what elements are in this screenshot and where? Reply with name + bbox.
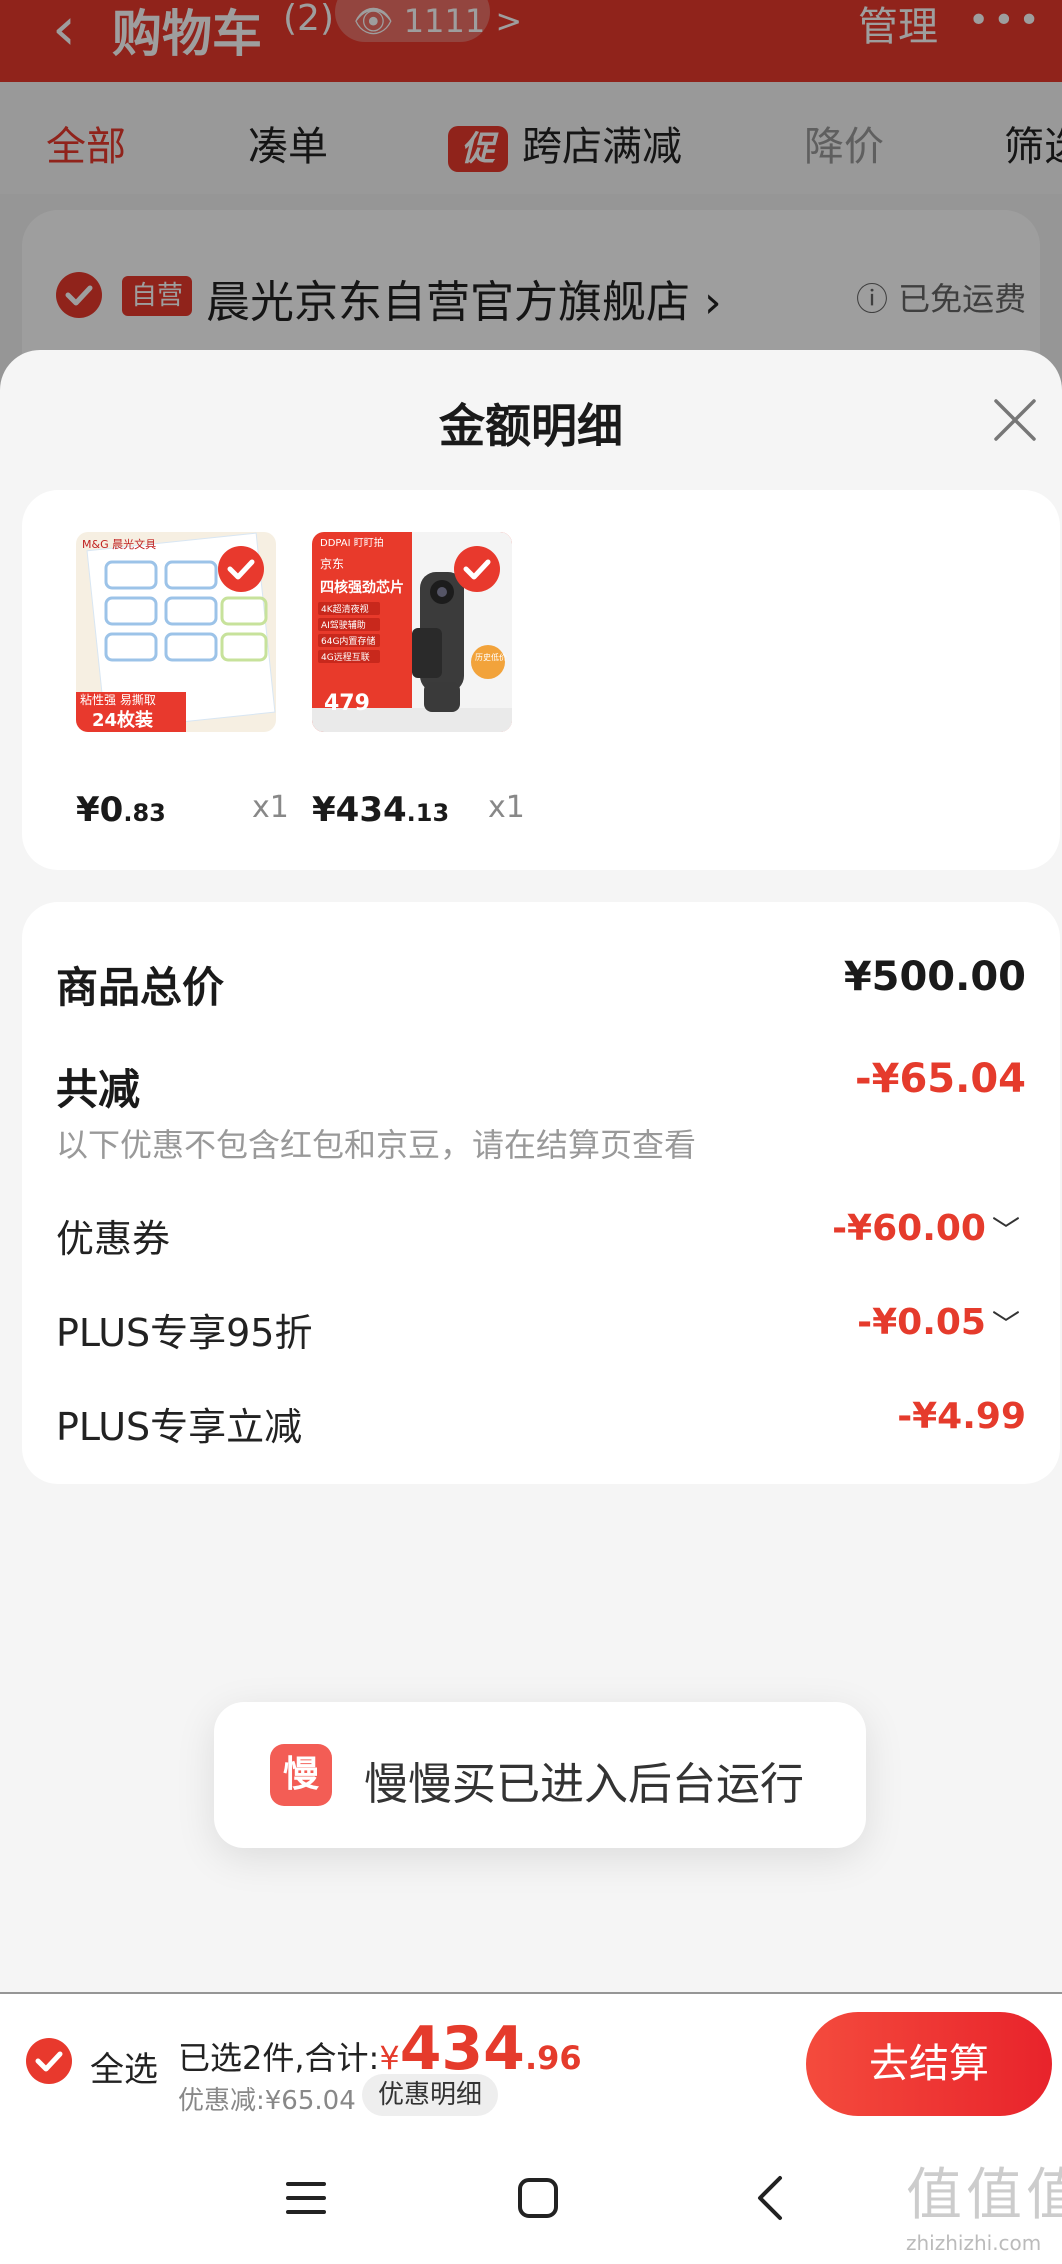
plus-discount-label: PLUS专享95折: [56, 1311, 313, 1355]
discount-note: 以下优惠不包含红包和京豆，请在结算页查看: [56, 1126, 697, 1164]
feature-text: 4G远程互联: [321, 652, 370, 663]
thumb-tag: 京东: [320, 557, 344, 571]
watermark: 值值值 zhizhizhi.com: [906, 2150, 1062, 2255]
thumb-subtitle: 粘性强 易撕取: [80, 692, 156, 707]
plus-reduce-value: -¥4.99: [897, 1396, 1026, 1437]
watermark-logo: 值值值: [906, 2163, 1062, 2228]
total-price-value: ¥500.00: [843, 954, 1026, 1000]
product-qty: x1: [488, 790, 525, 825]
product-check-icon[interactable]: [454, 546, 500, 592]
toast-text: 慢慢买已进入后台运行: [364, 1759, 804, 1810]
feature-text: AI驾驶辅助: [321, 619, 366, 631]
checkout-button[interactable]: 去结算: [806, 2012, 1052, 2116]
background-run-toast: 慢 慢慢买已进入后台运行: [214, 1702, 866, 1848]
product-check-icon[interactable]: [218, 546, 264, 592]
coupon-label: 优惠券: [56, 1217, 171, 1261]
plus-discount-value: -¥0.05 ﹀: [857, 1302, 1020, 1343]
brand-text: M&G 晨光文具: [82, 537, 156, 551]
select-all-check-icon[interactable]: [26, 2038, 72, 2084]
chevron-down-icon[interactable]: ﹀: [992, 1303, 1020, 1343]
discount-summary: 优惠减:¥65.04: [178, 2086, 356, 2116]
products-card: M&G 晨光文具 粘性强 易撕取 24枚装 ¥0.83 x1 DDPAI 盯盯拍: [22, 490, 1060, 870]
brand-text: DDPAI 盯盯拍: [320, 536, 384, 549]
plus-reduce-label: PLUS专享立减: [56, 1405, 303, 1449]
reduce-value: -¥65.04: [855, 1056, 1026, 1102]
close-icon[interactable]: [990, 395, 1040, 445]
amount-detail-card: 商品总价 ¥500.00 共减 -¥65.04 以下优惠不包含红包和京豆，请在结…: [22, 902, 1060, 1484]
back-nav-icon[interactable]: [742, 2168, 802, 2228]
app-icon: 慢: [270, 1744, 332, 1806]
product-thumbnail-dashcam: DDPAI 盯盯拍 京东 四核强劲芯片 4K超清夜视 AI驾驶辅助 64G内置存…: [312, 532, 512, 732]
product-qty: x1: [252, 790, 289, 825]
thumb-badge: 历史低价: [475, 652, 507, 662]
feature-text: 4K超清夜视: [321, 603, 369, 615]
sheet-title: 金额明细: [439, 399, 623, 453]
product-thumbnail-labels: M&G 晨光文具 粘性强 易撕取 24枚装: [76, 532, 276, 732]
currency-symbol: ¥: [379, 2039, 400, 2077]
select-all-label[interactable]: 全选: [90, 2042, 158, 2091]
checkout-bar: 全选 已选2件,合计:¥434.96 优惠减:¥65.04 优惠明细 去结算: [0, 1994, 1062, 2132]
product-price: ¥0.83: [76, 790, 166, 830]
chevron-down-icon[interactable]: ﹀: [992, 1209, 1020, 1249]
discount-detail-button[interactable]: 优惠明细: [362, 2074, 499, 2116]
home-icon[interactable]: [508, 2168, 568, 2228]
menu-icon[interactable]: [276, 2168, 336, 2228]
reduce-label: 共减: [56, 1065, 141, 1114]
selected-count-text: 已选2件,合计:: [178, 2039, 380, 2077]
watermark-url: zhizhizhi.com: [906, 2231, 1042, 2255]
feature-text: 64G内置存储: [321, 635, 375, 647]
product-price: ¥434.13: [312, 790, 450, 830]
coupon-value: -¥60.00 ﹀: [832, 1208, 1020, 1249]
thumb-heading: 四核强劲芯片: [320, 579, 404, 596]
thumb-pack-text: 24枚装: [92, 709, 153, 731]
total-price-label: 商品总价: [56, 963, 225, 1012]
total-decimal: .96: [524, 2039, 582, 2077]
system-nav-bar: [0, 2132, 1062, 2264]
thumb-price: 479: [324, 691, 370, 716]
